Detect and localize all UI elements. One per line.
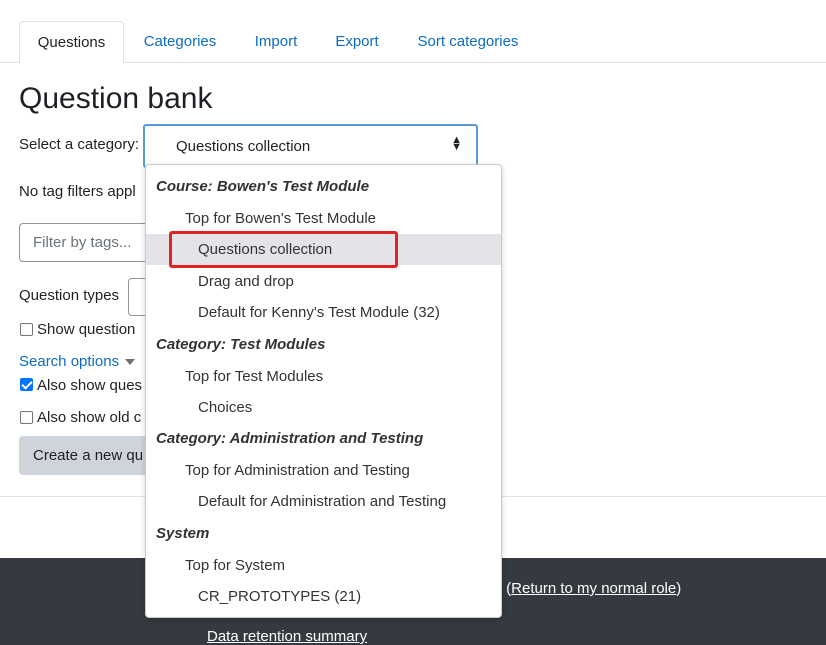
search-options-label: Search options <box>19 353 120 370</box>
select-arrows-icon: ▲ ▼ <box>451 134 462 153</box>
tab-categories[interactable]: Categories <box>130 21 230 63</box>
show-question-label: Show question <box>37 321 136 338</box>
group-course-bowens: Course: Bowen's Test Module <box>156 178 370 195</box>
option-default-kennys[interactable]: Default for Kenny's Test Module (32) <box>146 297 501 328</box>
create-question-label: Create a new qu <box>33 447 144 464</box>
also-show-questions-label: Also show ques <box>37 377 143 394</box>
option-choices[interactable]: Choices <box>146 392 501 423</box>
filter-tags-input[interactable]: Filter by tags... <box>19 223 159 262</box>
show-question-checkbox[interactable] <box>20 323 33 336</box>
category-select[interactable]: Questions collection ▲ ▼ <box>143 124 478 168</box>
group-admin-testing: Category: Administration and Testing <box>156 430 424 447</box>
category-select-value: Questions collection <box>176 138 311 155</box>
group-test-modules: Category: Test Modules <box>156 336 326 353</box>
tag-filter-status: No tag filters appl <box>19 183 136 200</box>
tab-import[interactable]: Import <box>240 21 312 63</box>
data-retention-link[interactable]: Data retention summary <box>207 628 367 645</box>
select-category-label: Select a category: <box>19 136 140 153</box>
group-system: System <box>156 525 210 542</box>
option-top-system[interactable]: Top for System <box>146 550 501 581</box>
option-top-bowens[interactable]: Top for Bowen's Test Module <box>146 203 501 234</box>
category-dropdown-list: Course: Bowen's Test Module Top for Bowe… <box>145 164 502 618</box>
option-top-admin-testing[interactable]: Top for Administration and Testing <box>146 455 501 486</box>
option-top-test-modules[interactable]: Top for Test Modules <box>146 361 501 392</box>
role-text: r (Return to my normal role) <box>497 580 681 597</box>
also-show-questions-checkbox[interactable] <box>20 378 33 391</box>
chevron-down-icon <box>125 359 136 366</box>
tab-bar: Questions Categories Import Export Sort … <box>0 0 826 64</box>
question-types-label: Question types <box>19 287 120 304</box>
tab-sort-categories[interactable]: Sort categories <box>402 21 534 63</box>
also-show-old-checkbox[interactable] <box>20 411 33 424</box>
tab-export[interactable]: Export <box>322 21 392 63</box>
filter-tags-placeholder: Filter by tags... <box>33 234 132 251</box>
role-suffix: ) <box>676 580 682 597</box>
return-normal-role-link[interactable]: Return to my normal role <box>511 580 676 597</box>
also-show-old-label: Also show old c <box>37 409 142 426</box>
option-questions-collection[interactable]: Questions collection <box>146 234 501 265</box>
page-title: Question bank <box>19 82 213 115</box>
search-options-toggle[interactable]: Search options <box>19 353 136 370</box>
option-cr-prototypes[interactable]: CR_PROTOTYPES (21) <box>146 581 501 612</box>
option-drag-and-drop[interactable]: Drag and drop <box>146 266 501 297</box>
create-question-button[interactable]: Create a new qu <box>19 436 159 475</box>
tab-questions[interactable]: Questions <box>19 21 124 64</box>
data-retention-label: Data retention summary <box>207 628 368 645</box>
option-default-admin-testing[interactable]: Default for Administration and Testing <box>146 486 501 517</box>
